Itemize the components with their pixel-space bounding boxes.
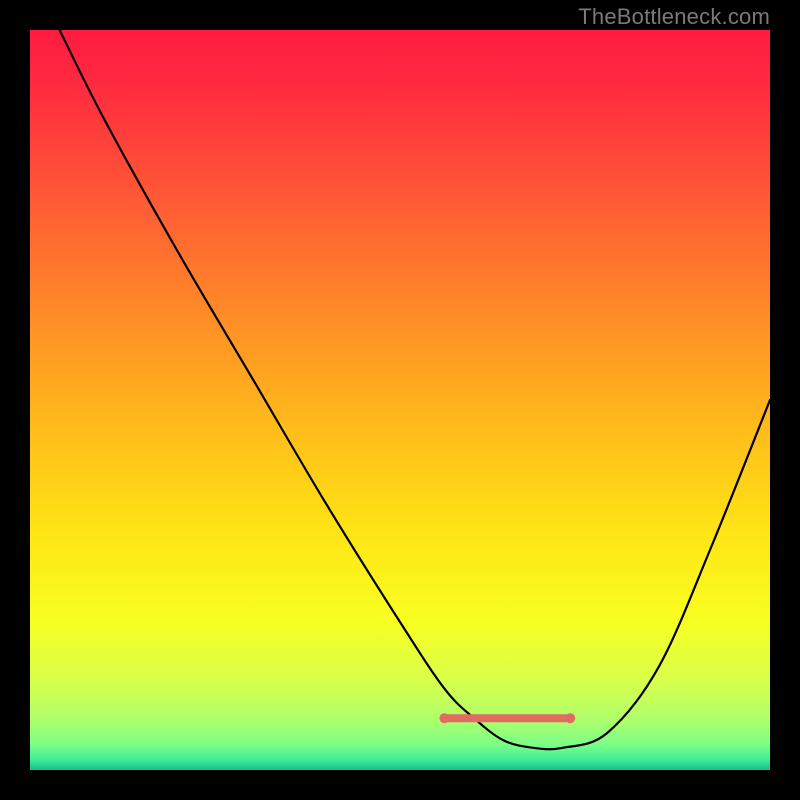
optimal-range-highlight — [439, 713, 575, 723]
bottleneck-chart — [30, 30, 770, 770]
optimal-range-end-dot — [565, 713, 575, 723]
watermark-text: TheBottleneck.com — [578, 4, 770, 30]
optimal-range-start-dot — [439, 713, 449, 723]
chart-background-gradient — [30, 30, 770, 770]
chart-frame — [30, 30, 770, 770]
